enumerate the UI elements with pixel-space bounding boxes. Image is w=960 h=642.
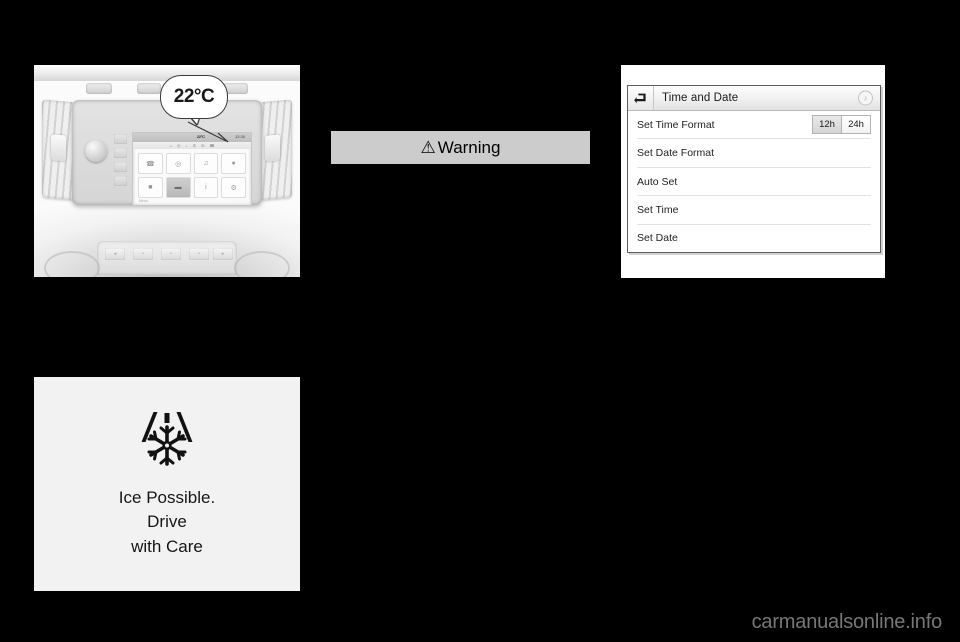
- console-control-5: ▸: [213, 248, 233, 260]
- menu-row-label: Set Time Format: [637, 118, 715, 131]
- app-tile-radio: ♫: [193, 153, 219, 174]
- menu-row-label: Set Time: [637, 203, 679, 216]
- menu-row-label: Set Date Format: [637, 147, 715, 160]
- time-format-option-24h[interactable]: 24h: [842, 115, 871, 135]
- music-note-glyph: ♪: [863, 93, 868, 103]
- air-vent-left-knob: [51, 134, 66, 162]
- time-and-date-screen: Time and Date ♪ Set Time Format 12h 24h …: [627, 85, 881, 253]
- app-tile-settings: ⚙: [221, 177, 246, 198]
- console-control-1: ◂: [105, 248, 125, 260]
- temperature-callout-bubble: 22°C: [160, 75, 228, 119]
- back-arrow-glyph: [634, 93, 646, 103]
- music-note-icon[interactable]: ♪: [858, 90, 873, 106]
- time-format-option-12h[interactable]: 12h: [812, 115, 842, 135]
- app-tile-apps: ■: [138, 177, 163, 198]
- callout-leader-line: [187, 121, 229, 143]
- cup-holder-right: [234, 251, 290, 277]
- warning-triangle-icon: ⚠: [420, 138, 436, 157]
- temperature-callout-value: 22°C: [173, 86, 215, 107]
- app-tile-info: i: [193, 177, 219, 198]
- ice-warning-text: Ice Possible. Drive with Care: [119, 486, 215, 558]
- head-unit-left-knob: [85, 140, 107, 162]
- console-control-3: •: [161, 248, 181, 260]
- menu-row-label: Auto Set: [637, 175, 678, 188]
- infotainment-menu-label: Menu: [139, 199, 148, 203]
- menu-row-set-date[interactable]: Set Date: [637, 225, 871, 252]
- soft-key-column-left: [114, 134, 127, 190]
- app-tile-display: ▬: [165, 177, 191, 198]
- cup-holder-left: [44, 251, 100, 277]
- console-control-2: •: [133, 248, 153, 260]
- menu-row-set-date-format[interactable]: Set Date Format: [637, 139, 871, 168]
- time-format-toggle[interactable]: 12h 24h: [812, 115, 871, 135]
- app-tile-navigation: ◎: [165, 153, 191, 174]
- menu-row-label: Set Date: [637, 232, 678, 245]
- time-and-date-figure: Time and Date ♪ Set Time Format 12h 24h …: [621, 65, 885, 278]
- lower-centre-console: ◂ • • • ▸: [97, 241, 237, 275]
- time-and-date-title: Time and Date: [662, 92, 739, 104]
- infotainment-clock: 12:30: [234, 134, 245, 139]
- infotainment-app-grid: ☎ ◎ ♫ ● ■ ▬ i ⚙: [133, 149, 251, 200]
- site-watermark: carmanualsonline.info: [751, 611, 943, 633]
- home-icon: ⌂: [169, 143, 172, 148]
- head-unit-bezel: 22°C 12:30 ⌂ ◎ ♪ ⚙ ✉ ☎ ☎ ◎ ♫ ● ■ ▬ i ⚙ M…: [72, 100, 262, 206]
- app-tile-media: ●: [221, 153, 246, 174]
- time-and-date-menu-list: Set Time Format 12h 24h Set Date Format …: [628, 111, 880, 252]
- console-control-4: •: [189, 248, 209, 260]
- back-arrow-icon[interactable]: [628, 86, 654, 110]
- warning-label: Warning: [437, 137, 501, 157]
- vehicle-centre-console-photo: 22°C 12:30 ⌂ ◎ ♪ ⚙ ✉ ☎ ☎ ◎ ♫ ● ■ ▬ i ⚙ M…: [34, 65, 300, 277]
- ice-warning-line-3: with Care: [131, 536, 203, 556]
- ice-warning-line-1: Ice Possible.: [118, 488, 216, 508]
- app-tile-phone: ☎: [138, 153, 163, 174]
- menu-row-auto-set[interactable]: Auto Set: [637, 168, 871, 197]
- menu-row-set-time[interactable]: Set Time: [637, 196, 871, 225]
- warning-banner: ⚠ Warning: [331, 131, 590, 164]
- dashboard-top-button-1: [86, 83, 112, 94]
- dashboard-top-button-2: [137, 83, 161, 94]
- ice-warning-line-2: Drive: [147, 512, 187, 532]
- air-vent-right-knob: [265, 134, 280, 162]
- navigation-icon: ◎: [176, 143, 181, 148]
- menu-row-set-time-format[interactable]: Set Time Format 12h 24h: [637, 111, 871, 140]
- ice-warning-display: Ice Possible. Drive with Care: [34, 377, 300, 591]
- time-and-date-header: Time and Date ♪: [628, 86, 880, 111]
- snowflake-road-icon: [136, 409, 198, 474]
